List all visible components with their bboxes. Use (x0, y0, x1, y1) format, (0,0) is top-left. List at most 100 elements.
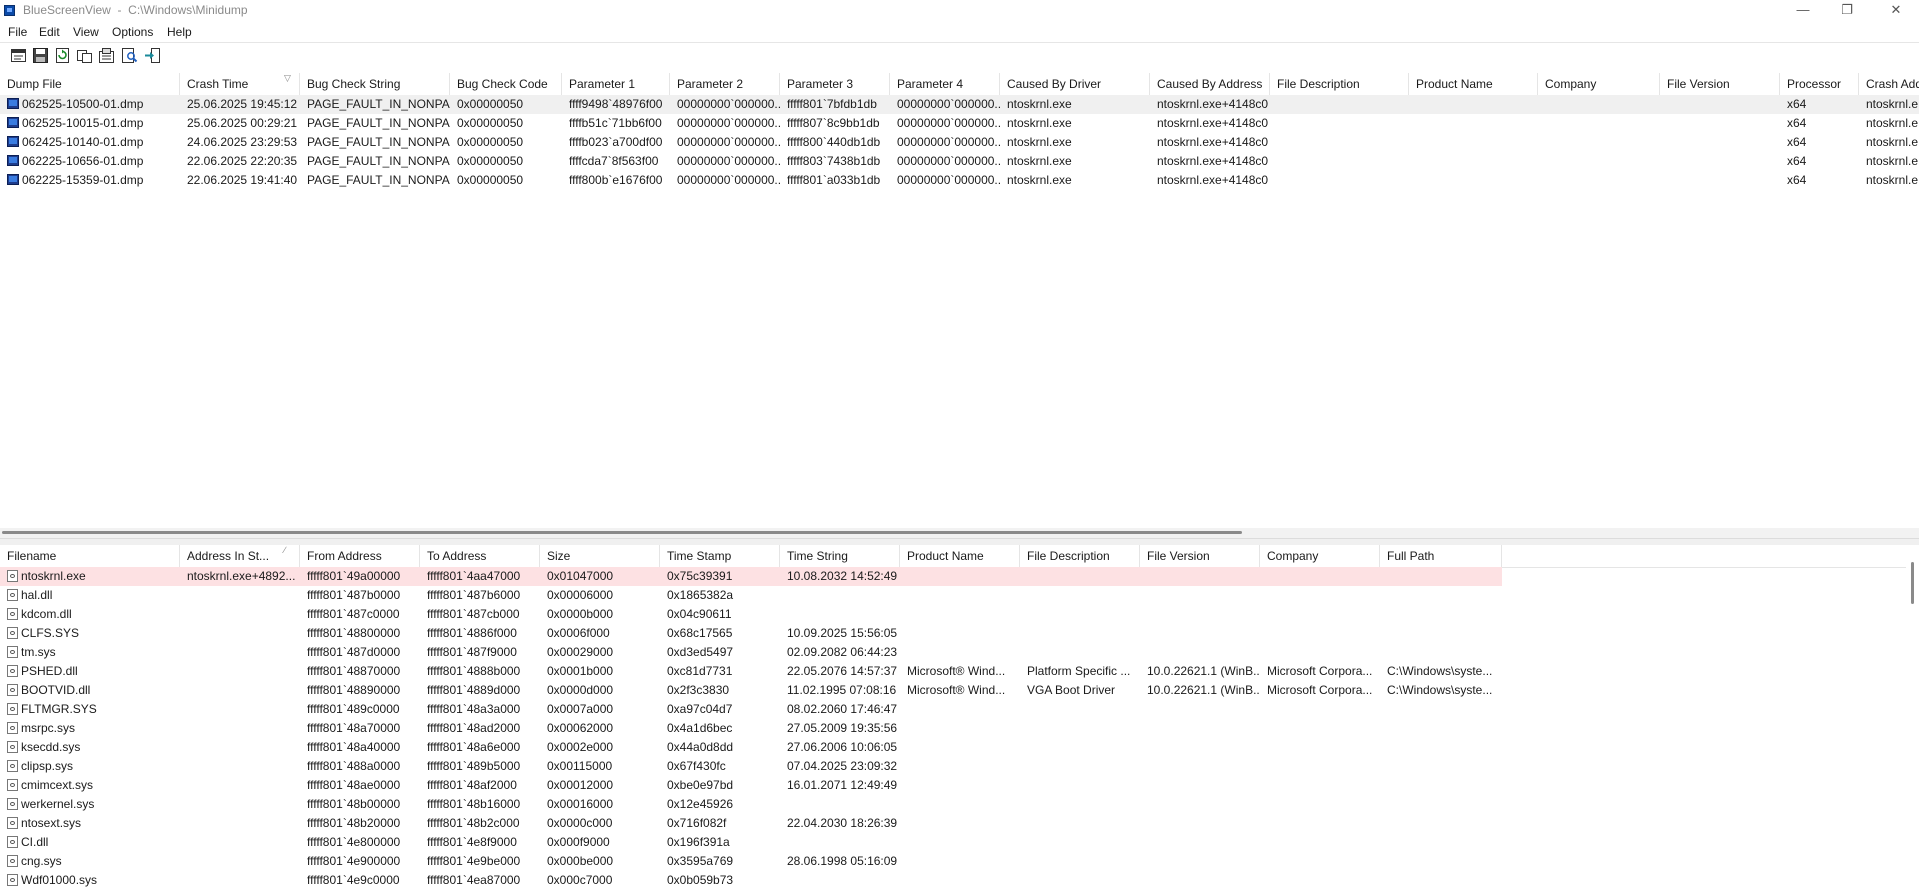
crash-row[interactable]: 062525-10015-01.dmp 25.06.2025 00:29:21 PA… (0, 114, 1919, 133)
horizontal-scrollbar[interactable] (0, 528, 1919, 538)
cell-text: 0x00062000 (547, 721, 614, 735)
driver-row[interactable]: hal.dll fffff801`487b0000 fffff801`487b600… (0, 586, 1919, 605)
crash-row[interactable]: 062425-10140-01.dmp 24.06.2025 23:29:53 PA… (0, 133, 1919, 152)
column-header-bug-check-string[interactable]: Bug Check String (300, 73, 450, 95)
cell-to-address: fffff801`487b6000 (420, 586, 540, 605)
cell-company (1260, 567, 1380, 586)
cell-from-address: fffff801`4e900000 (300, 852, 420, 871)
save-button[interactable] (32, 47, 49, 64)
cell-file-description (1020, 852, 1140, 871)
driver-row[interactable]: CLFS.SYS fffff801`48800000 fffff801`4886f0… (0, 624, 1919, 643)
vertical-scrollbar[interactable] (1906, 562, 1919, 888)
html-report-button[interactable] (10, 47, 27, 64)
menu-edit[interactable]: Edit (39, 25, 60, 39)
column-header-parameter-4[interactable]: Parameter 4 (890, 73, 1000, 95)
cell-filename: clipsp.sys (0, 757, 180, 776)
driver-row[interactable]: CI.dll fffff801`4e800000 fffff801`4e8f9000… (0, 833, 1919, 852)
cell-address-in-st (180, 795, 300, 814)
column-header-to-address[interactable]: To Address (420, 545, 540, 567)
driver-row[interactable]: clipsp.sys fffff801`488a0000 fffff801`489b… (0, 757, 1919, 776)
cell-file-description (1020, 586, 1140, 605)
cell-text: 0x04c90611 (667, 607, 732, 621)
column-header-parameter-3[interactable]: Parameter 3 (780, 73, 890, 95)
column-header-product-name[interactable]: Product Name (1409, 73, 1538, 95)
crash-list[interactable]: Dump File ▽ Crash Time Bug Check String Bug … (0, 73, 1919, 535)
driver-row[interactable]: ntoskrnl.exe ntoskrnl.exe+4892... fffff801… (0, 567, 1502, 586)
driver-row[interactable]: tm.sys fffff801`487d0000 fffff801`487f9000… (0, 643, 1919, 662)
maximize-button[interactable]: ❐ (1824, 0, 1870, 22)
driver-row[interactable]: cmimcext.sys fffff801`48ae0000 fffff801`48… (0, 776, 1919, 795)
driver-row[interactable]: BOOTVID.dll fffff801`48890000 fffff801`488… (0, 681, 1919, 700)
column-header-filename[interactable]: Filename (0, 545, 180, 567)
column-header-file-description[interactable]: File Description (1020, 545, 1140, 567)
column-header-from-address[interactable]: From Address (300, 545, 420, 567)
column-header-time-string[interactable]: Time String (780, 545, 900, 567)
column-header-time-stamp[interactable]: Time Stamp (660, 545, 780, 567)
copy-button[interactable] (76, 47, 93, 64)
column-header-caused-by-driver[interactable]: Caused By Driver (1000, 73, 1150, 95)
cell-parameter-4: 00000000`000000... (890, 133, 1000, 152)
cell-product-name (900, 586, 1020, 605)
column-header-address-in-st[interactable]: Address In St... (180, 545, 300, 567)
crash-list-header: Dump File ▽ Crash Time Bug Check String Bug … (0, 73, 1919, 96)
cell-text: 0x3595a769 (667, 854, 734, 868)
cell-time-string: 16.01.2071 12:49:49 (780, 776, 900, 795)
driver-list[interactable]: Filename ∕ Address In St... From Address To … (0, 545, 1919, 888)
cell-filename: werkernel.sys (0, 795, 180, 814)
column-header-processor[interactable]: Processor (1780, 73, 1859, 95)
refresh-button[interactable] (54, 47, 71, 64)
find-button[interactable] (121, 47, 138, 64)
horizontal-scroll-thumb[interactable] (2, 531, 1242, 534)
crash-row[interactable]: 062525-10500-01.dmp 25.06.2025 19:45:12 PA… (0, 95, 1919, 114)
column-header-product-name[interactable]: Product Name (900, 545, 1020, 567)
column-header-company[interactable]: Company (1260, 545, 1380, 567)
cell-time-stamp: 0x12e45926 (660, 795, 780, 814)
cell-from-address: fffff801`488a0000 (300, 757, 420, 776)
cell-text: PAGE_FAULT_IN_NONPA... (307, 154, 450, 168)
menu-options[interactable]: Options (112, 25, 153, 39)
driver-row[interactable]: ksecdd.sys fffff801`48a40000 fffff801`48a6… (0, 738, 1919, 757)
cell-text: x64 (1787, 154, 1807, 168)
column-header-file-description[interactable]: File Description (1270, 73, 1409, 95)
driver-row[interactable]: msrpc.sys fffff801`48a70000 fffff801`48ad2… (0, 719, 1919, 738)
driver-file-icon (7, 665, 18, 677)
column-header-dump-file[interactable]: Dump File (0, 73, 180, 95)
properties-icon (99, 48, 114, 63)
driver-row[interactable]: werkernel.sys fffff801`48b00000 fffff801`4… (0, 795, 1919, 814)
driver-row[interactable]: ntosext.sys fffff801`48b20000 fffff801`48b… (0, 814, 1919, 833)
column-header-parameter-1[interactable]: Parameter 1 (562, 73, 670, 95)
driver-row[interactable]: PSHED.dll fffff801`48870000 fffff801`4888b… (0, 662, 1919, 681)
column-header-crash-add[interactable]: Crash Add (1859, 73, 1919, 95)
driver-row[interactable]: Wdf01000.sys fffff801`4e9c0000 fffff801`4e… (0, 871, 1919, 888)
column-header-size[interactable]: Size (540, 545, 660, 567)
menu-view[interactable]: View (73, 25, 99, 39)
menu-file[interactable]: File (8, 25, 27, 39)
close-button[interactable]: ✕ (1873, 0, 1919, 22)
driver-row[interactable]: cng.sys fffff801`4e900000 fffff801`4e9be00… (0, 852, 1919, 871)
minimize-button[interactable]: — (1780, 0, 1826, 22)
cell-text: 24.06.2025 23:29:53 (187, 135, 298, 149)
column-header-file-version[interactable]: File Version (1140, 545, 1260, 567)
minimize-icon: — (1796, 2, 1810, 17)
cell-filename: tm.sys (0, 643, 180, 662)
cell-file-description (1020, 814, 1140, 833)
exit-button[interactable] (144, 47, 161, 64)
vertical-scroll-thumb[interactable] (1911, 562, 1914, 604)
column-header-caused-by-address[interactable]: Caused By Address (1150, 73, 1270, 95)
cell-text: fffff801`4886f000 (427, 626, 517, 640)
driver-row[interactable]: FLTMGR.SYS fffff801`489c0000 fffff801`48a3… (0, 700, 1919, 719)
cell-text: tm.sys (21, 645, 56, 659)
column-header-full-path[interactable]: Full Path (1380, 545, 1502, 567)
column-header-bug-check-code[interactable]: Bug Check Code (450, 73, 562, 95)
column-header-crash-time[interactable]: Crash Time (180, 73, 300, 95)
cell-text: ntoskrnl.exe (21, 569, 86, 583)
cell-crash-add: ntoskrnl.e (1859, 152, 1919, 171)
crash-row[interactable]: 062225-10656-01.dmp 22.06.2025 22:20:35 PA… (0, 152, 1919, 171)
column-header-parameter-2[interactable]: Parameter 2 (670, 73, 780, 95)
menu-help[interactable]: Help (167, 25, 192, 39)
properties-button[interactable] (98, 47, 115, 64)
column-header-company[interactable]: Company (1538, 73, 1660, 95)
driver-row[interactable]: kdcom.dll fffff801`487c0000 fffff801`487cb… (0, 605, 1919, 624)
column-header-file-version[interactable]: File Version (1660, 73, 1780, 95)
crash-row[interactable]: 062225-15359-01.dmp 22.06.2025 19:41:40 PA… (0, 171, 1919, 190)
